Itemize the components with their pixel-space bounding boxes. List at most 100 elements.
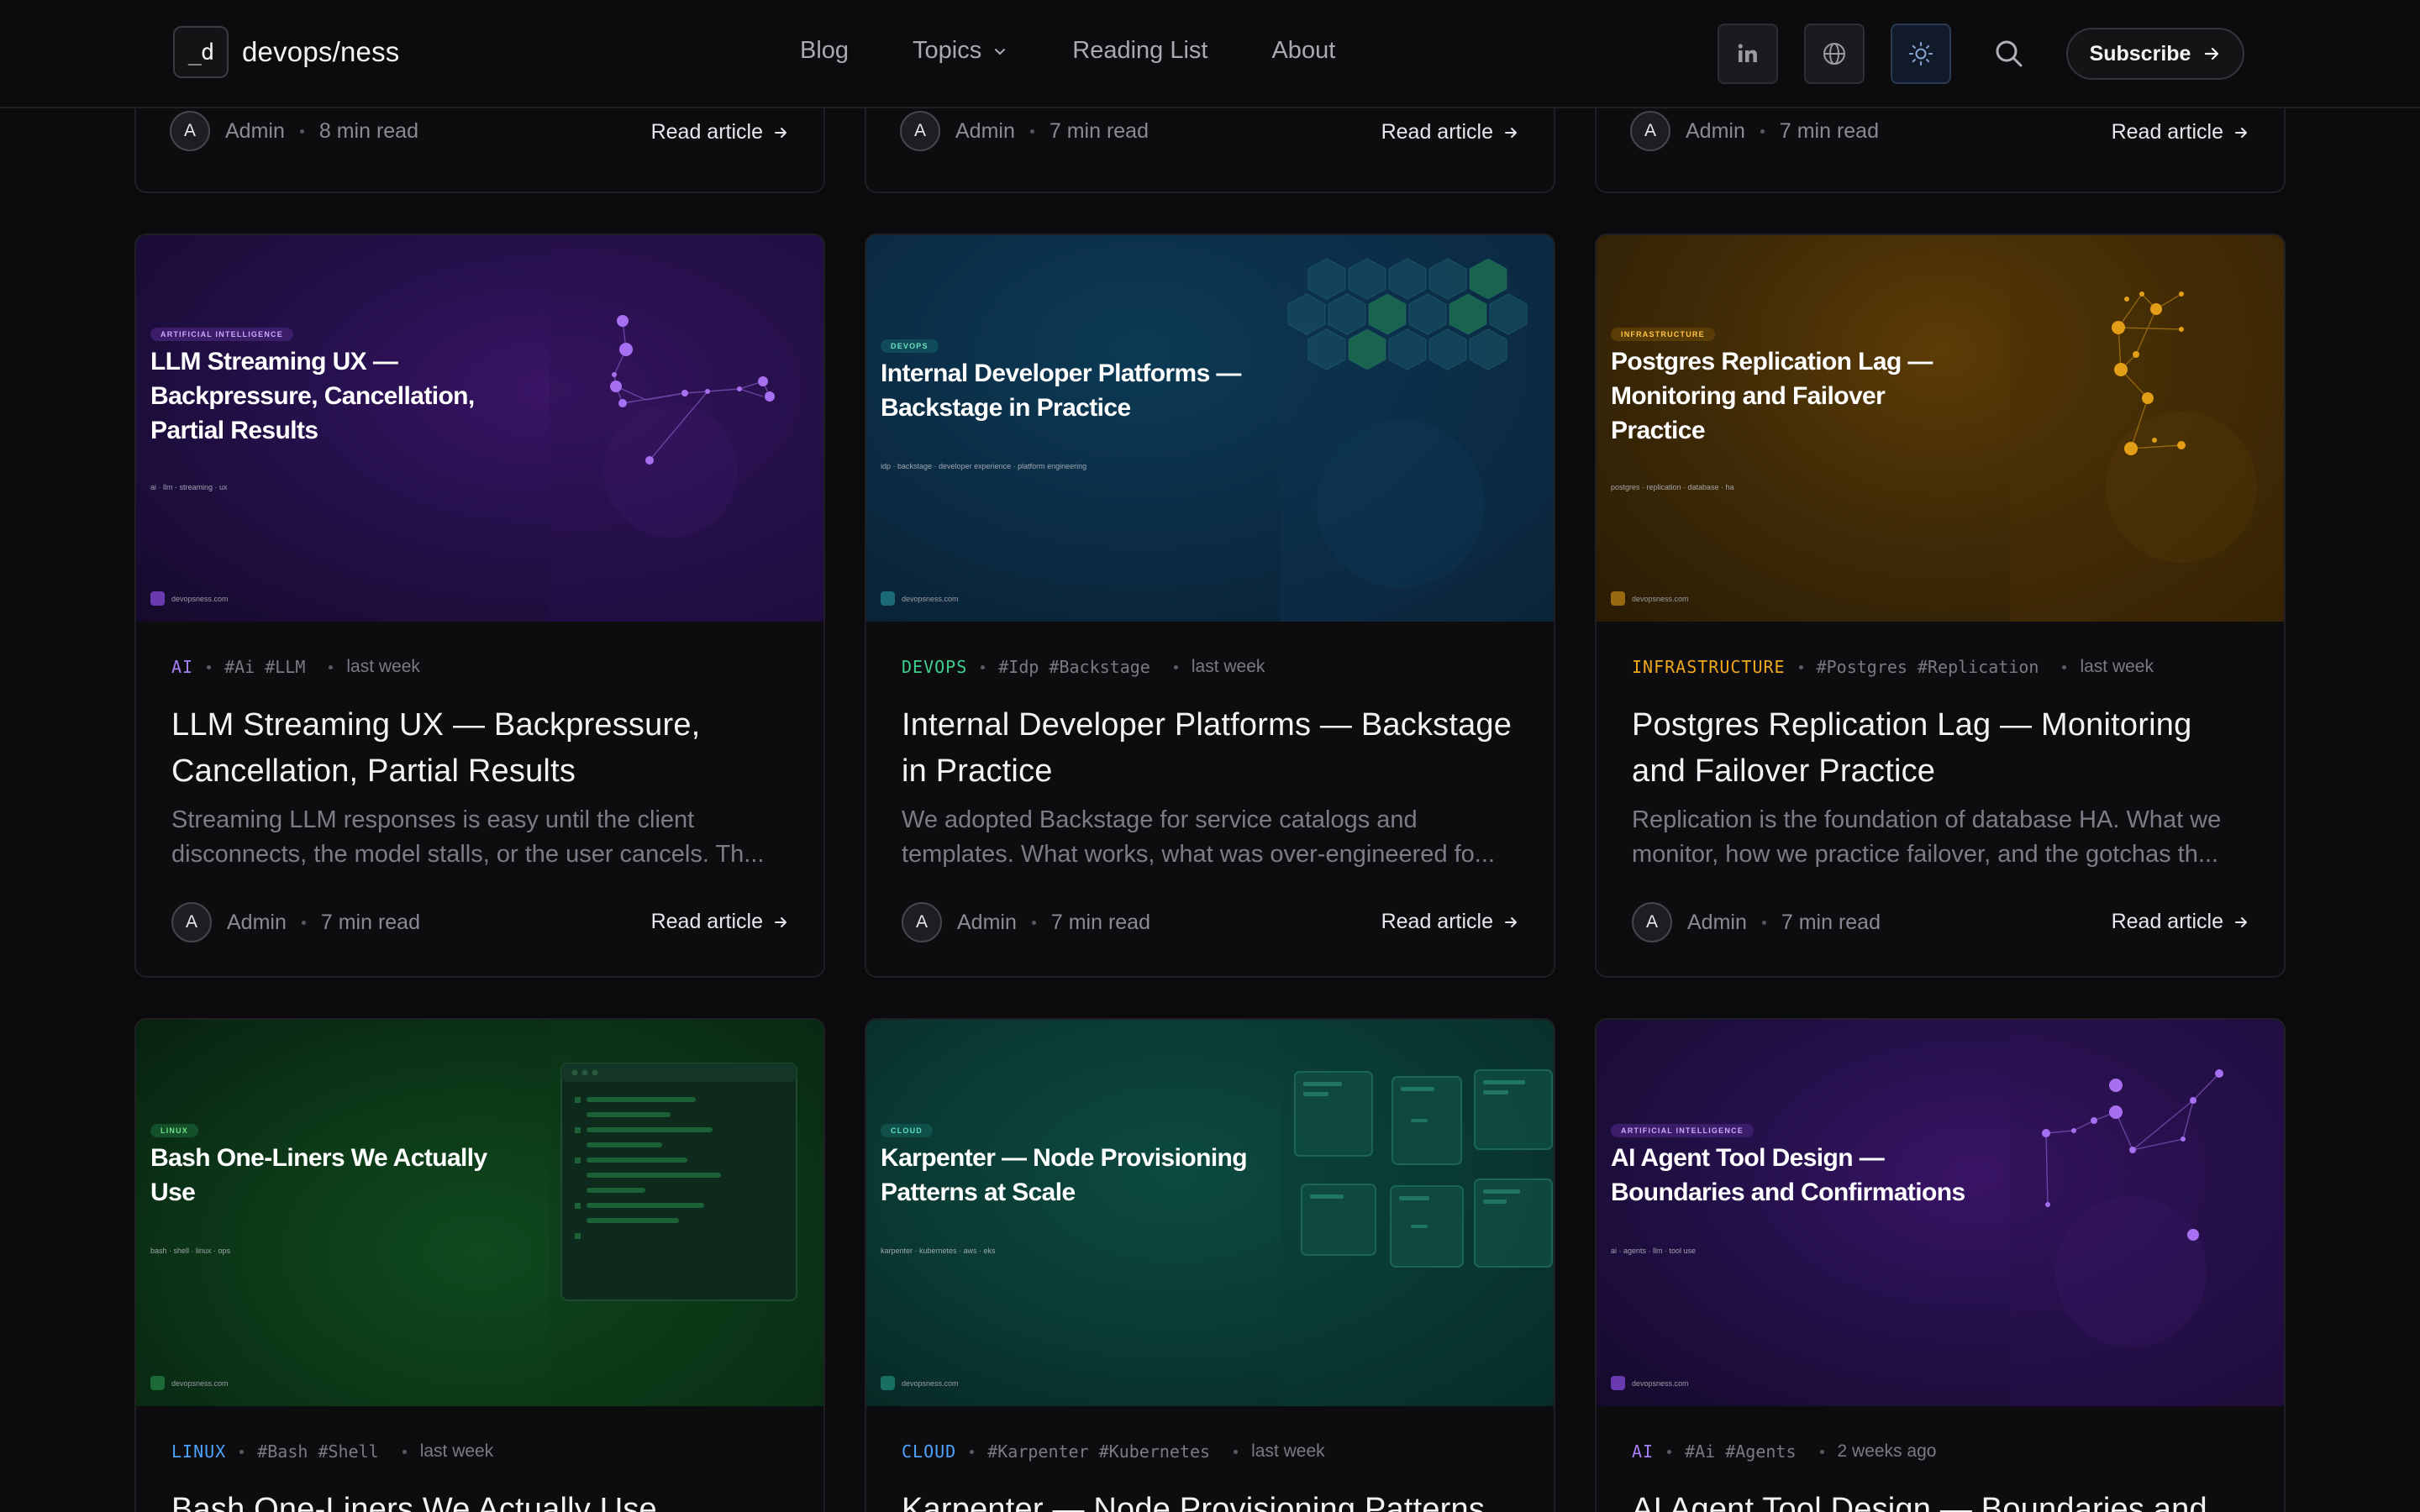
tag-label[interactable]: #Idp [998,657,1039,677]
tag-label[interactable]: #Ai [1685,1441,1715,1462]
tag-label[interactable]: #Bash [257,1441,308,1462]
article-footer: A Admin 7 min read Read article [171,899,788,946]
category-label[interactable]: DEVOPS [902,657,967,677]
read-article-link[interactable]: Read article [651,910,788,934]
read-article-link[interactable]: Read article [1381,910,1518,934]
published-date: last week [346,657,420,676]
arrow-right-icon [2235,916,2247,927]
cover-title: LLM Streaming UX — Backpressure, Cancell… [150,348,475,444]
separator-dot [299,129,304,134]
read-time: 7 min read [320,910,420,934]
article-footer: A Admin 7 min read Read article [1632,899,2249,946]
category-label[interactable]: INFRASTRUCTURE [1632,657,1786,677]
cover-domain: devopsness.com [902,1378,959,1388]
article-card[interactable]: CLOUD Karpenter — Node Provisioning Patt… [865,1018,1555,1512]
network-graph-illustration [2010,1020,2284,1406]
article-card[interactable]: INFRASTRUCTURE Postgres Replication Lag … [1595,234,2286,978]
read-article-link[interactable]: Read article [651,120,788,144]
cover-footer: devopsness.com [1611,591,1689,606]
article-cover-image[interactable]: ARTIFICIAL INTELLIGENCE LLM Streaming UX… [136,235,823,622]
cover-tags: ai · agents · llm · tool use [1611,1247,1697,1255]
read-article-link[interactable]: Read article [2112,910,2249,934]
article-excerpt: We adopted Backstage for service catalog… [902,806,1495,868]
avatar: A [1630,111,1670,151]
subscribe-label: Subscribe [2089,41,2191,66]
cover-tags: karpenter · kubernetes · aws · eks [881,1247,996,1255]
article-cover-image[interactable]: ARTIFICIAL INTELLIGENCE AI Agent Tool De… [1597,1020,2284,1406]
arrow-right-icon [2205,47,2219,60]
separator-dot [2062,664,2067,669]
arrow-right-icon [775,127,786,138]
category-label[interactable]: LINUX [171,1441,226,1462]
subscribe-button[interactable]: Subscribe [2066,28,2244,80]
article-title[interactable]: Postgres Replication Lag — Monitoring an… [1632,702,2249,795]
separator-dot [1031,920,1036,925]
published-date: 2 weeks ago [1837,1441,1937,1461]
separator-dot [329,664,334,669]
tag-label[interactable]: #Backstage [1049,657,1150,677]
avatar: A [902,902,942,942]
article-cover-image[interactable]: INFRASTRUCTURE Postgres Replication Lag … [1597,235,2284,622]
site-favicon-icon [1611,591,1625,606]
tag-label[interactable]: #Shell [318,1441,378,1462]
article-meta: INFRASTRUCTURE #Postgres #Replication la… [1632,657,2249,677]
article-card[interactable]: ARTIFICIAL INTELLIGENCE LLM Streaming UX… [134,234,825,978]
read-article-link[interactable]: Read article [2112,120,2249,144]
category-label[interactable]: AI [171,657,193,677]
cover-domain: devopsness.com [171,594,229,603]
separator-dot [1761,920,1766,925]
language-button[interactable] [1804,24,1865,84]
cover-tags: ai · llm · streaming · ux [150,483,228,491]
tag-label[interactable]: #Agents [1725,1441,1796,1462]
avatar: A [170,111,210,151]
separator-dot [207,664,212,669]
article-card[interactable]: DEVOPS Internal Developer Platforms — Ba… [865,234,1555,978]
author-name: Admin [225,118,285,143]
category-label[interactable]: CLOUD [902,1441,956,1462]
tag-label[interactable]: #Replication [1918,657,2039,677]
cover-domain: devopsness.com [1632,1378,1689,1388]
tag-label[interactable]: #Kubernetes [1099,1441,1210,1462]
category-label[interactable]: AI [1632,1441,1654,1462]
article-meta: AI #Ai #Agents 2 weeks ago [1632,1441,2249,1462]
arrow-right-icon [1505,916,1517,927]
article-title[interactable]: Karpenter — Node Provisioning Patterns a… [902,1487,1518,1512]
theme-toggle[interactable] [1891,24,1951,84]
article-card[interactable]: LINUX Bash One-Liners We Actually Use ba… [134,1018,825,1512]
linkedin-button[interactable] [1718,24,1778,84]
article-title[interactable]: Bash One-Liners We Actually Use [171,1487,788,1512]
article-title[interactable]: LLM Streaming UX — Backpressure, Cancell… [171,702,788,795]
cover-tags: idp · backstage · developer experience ·… [881,462,1087,470]
cover-category-badge: ARTIFICIAL INTELLIGENCE [1611,1124,1754,1137]
nav-reading-list[interactable]: Reading List [1072,37,1207,65]
article-title[interactable]: AI Agent Tool Design — Boundaries and [1632,1487,2249,1512]
separator-dot [981,664,986,669]
tag-label[interactable]: #Ai [224,657,255,677]
article-cover-image[interactable]: LINUX Bash One-Liners We Actually Use ba… [136,1020,823,1406]
tag-label[interactable]: #Postgres [1817,657,1907,677]
article-cover-image[interactable]: CLOUD Karpenter — Node Provisioning Patt… [866,1020,1554,1406]
article-cover-image[interactable]: DEVOPS Internal Developer Platforms — Ba… [866,235,1554,622]
read-article-link[interactable]: Read article [1381,120,1518,144]
read-article-label: Read article [1381,910,1493,933]
sun-icon [1909,42,1933,66]
cover-tags: postgres · replication · database · ha [1611,483,1734,491]
nav-about[interactable]: About [1271,37,1335,65]
cover-category-badge: DEVOPS [881,339,939,353]
arrow-right-icon [2235,127,2247,138]
hexagon-pattern-illustration [1280,235,1554,622]
site-logo[interactable]: _d devops/ness [173,26,400,78]
separator-dot [239,1449,245,1454]
article-card[interactable]: ARTIFICIAL INTELLIGENCE AI Agent Tool De… [1595,1018,2286,1512]
article-meta: CLOUD #Karpenter #Kubernetes last week [902,1441,1518,1462]
nav-blog[interactable]: Blog [800,37,849,65]
article-title[interactable]: Internal Developer Platforms — Backstage… [902,702,1518,795]
separator-dot [1819,1449,1824,1454]
tag-label[interactable]: #Karpenter [987,1441,1088,1462]
cover-footer: devopsness.com [150,1376,229,1390]
avatar: A [900,111,940,151]
nav-topics[interactable]: Topics [913,37,1008,65]
linkedin-icon [1738,44,1757,62]
tag-label[interactable]: #LLM [265,657,305,677]
search-icon[interactable] [1992,37,2026,71]
